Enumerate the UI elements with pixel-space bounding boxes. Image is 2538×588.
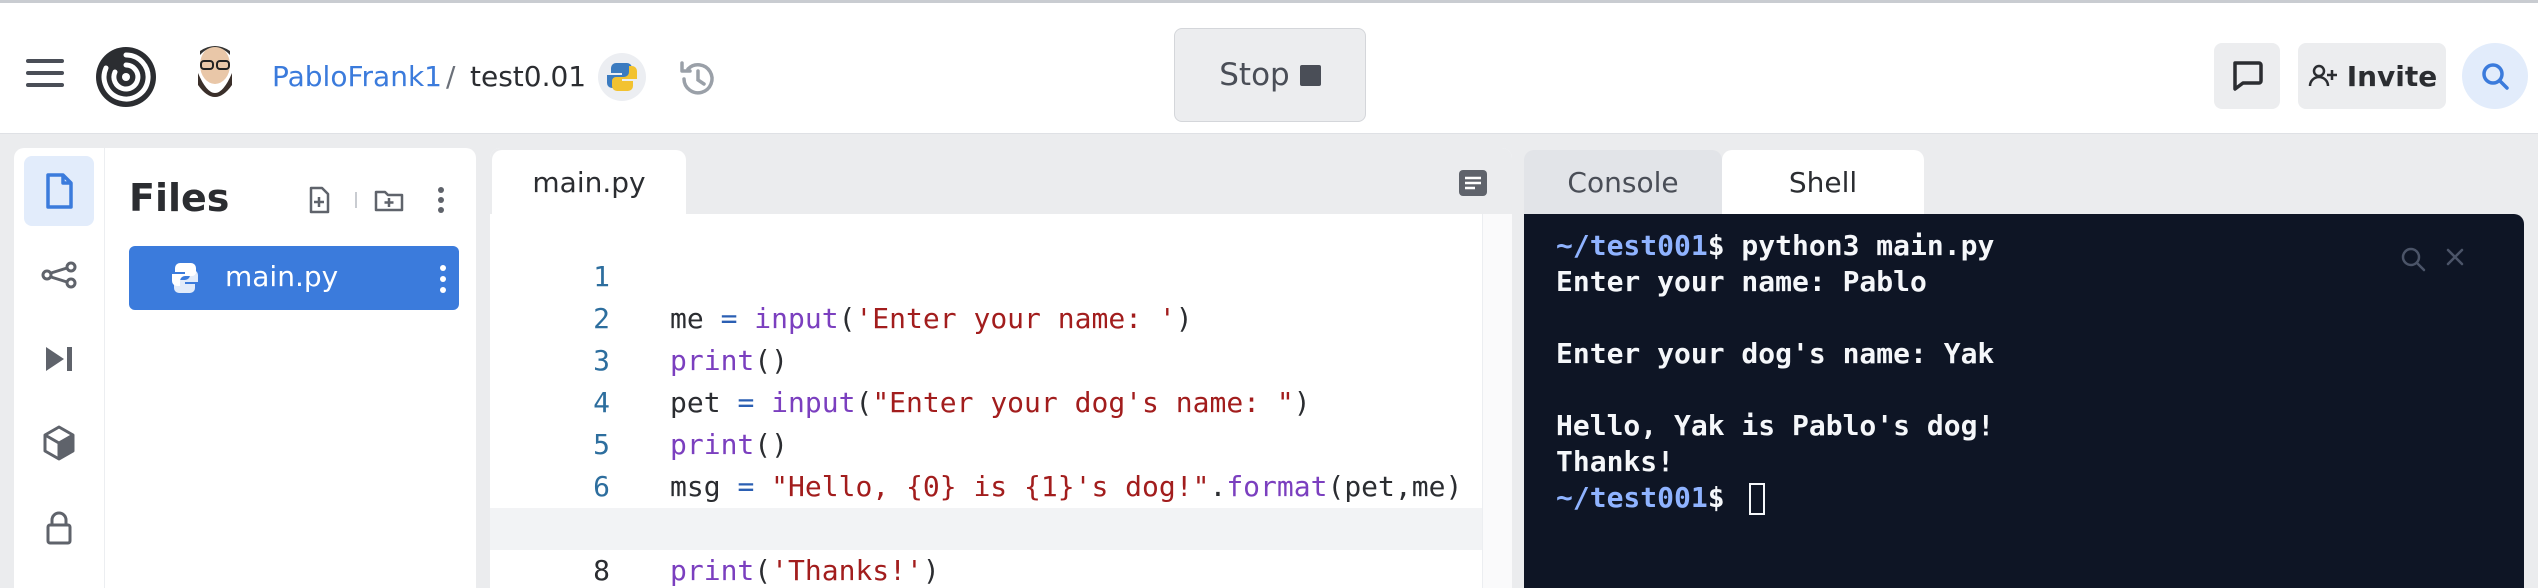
python-icon[interactable] xyxy=(598,53,646,101)
terminal-text: $ python3 main.py xyxy=(1707,229,1995,262)
add-user-icon xyxy=(2308,64,2337,87)
tool-rail xyxy=(14,148,104,588)
replit-logo-icon[interactable] xyxy=(94,45,158,109)
search-icon[interactable] xyxy=(2400,246,2426,272)
editor-tab-bar: main.py xyxy=(490,148,1512,214)
terminal-tab-bar: Console Shell xyxy=(1524,148,2524,214)
files-more-button[interactable] xyxy=(423,182,459,218)
close-icon[interactable] xyxy=(2444,246,2466,268)
code-line: 3 pet = input("Enter your dog's name: ") xyxy=(490,298,1482,419)
new-folder-button[interactable] xyxy=(371,182,407,218)
rail-git[interactable] xyxy=(24,240,94,310)
breadcrumb-user[interactable]: PabloFrank1 xyxy=(272,59,442,95)
breadcrumb-repl-name[interactable]: test0.01 xyxy=(470,59,586,95)
search-button[interactable] xyxy=(2462,43,2528,109)
stop-button[interactable]: Stop xyxy=(1174,28,1366,122)
editor-tab-main-py[interactable]: main.py xyxy=(492,150,686,214)
editor-menu-icon[interactable] xyxy=(1456,166,1490,200)
rail-files[interactable] xyxy=(24,156,94,226)
chat-icon xyxy=(2233,61,2263,91)
code-editor: main.py 1 me = input('Enter your name: '… xyxy=(490,148,1512,588)
more-icon xyxy=(438,187,444,213)
terminal-line: Thanks! xyxy=(1556,445,1675,478)
rail-packages[interactable] xyxy=(24,408,94,478)
file-more-icon[interactable] xyxy=(439,264,447,294)
replit-workspace: PabloFrank1 / test0.01 Stop Invite Files… xyxy=(0,0,2538,588)
code-area[interactable]: 1 me = input('Enter your name: ') 2 prin… xyxy=(490,214,1512,588)
terminal-panel: Console Shell ~/test001$ python3 main.py… xyxy=(1524,148,2524,588)
rail-run-debug[interactable] xyxy=(24,324,94,394)
code-line: 4 print() xyxy=(490,340,1482,461)
prompt-path: ~/test001 xyxy=(1556,481,1708,514)
run-debug-icon xyxy=(46,347,72,371)
history-icon[interactable] xyxy=(676,57,720,101)
file-icon xyxy=(46,173,73,209)
python-icon xyxy=(172,263,198,293)
code-line: 1 me = input('Enter your name: ') xyxy=(490,214,1482,335)
terminal-line: Enter your dog's name: Yak xyxy=(1556,337,1995,370)
terminal-line: ~/test001$ xyxy=(1556,480,1766,516)
code-line: 2 print() xyxy=(490,256,1482,377)
file-name: main.py xyxy=(225,260,339,293)
invite-button[interactable]: Invite xyxy=(2298,43,2446,109)
terminal-cursor xyxy=(1749,483,1766,515)
files-panel: Files main.py xyxy=(104,148,476,588)
editor-scrollbar[interactable] xyxy=(1482,214,1512,588)
lock-icon xyxy=(46,511,72,545)
terminal-line: Enter your name: Pablo xyxy=(1556,265,1927,298)
git-icon xyxy=(41,261,77,289)
avatar[interactable] xyxy=(190,41,240,111)
terminal-line: Hello, Yak is Pablo's dog! xyxy=(1556,409,1995,442)
code-line: 5 msg = "Hello, {0} is {1}'s dog!".forma… xyxy=(490,382,1482,503)
rail-secrets[interactable] xyxy=(24,492,94,562)
stop-icon xyxy=(1299,64,1321,86)
new-folder-icon xyxy=(374,190,404,212)
top-bar: PabloFrank1 / test0.01 Stop Invite xyxy=(0,0,2538,134)
search-icon xyxy=(2482,63,2509,90)
divider xyxy=(355,192,357,208)
stop-button-label: Stop xyxy=(1219,57,1290,93)
prompt-path: ~/test001 xyxy=(1556,229,1708,262)
new-file-icon xyxy=(309,186,330,214)
code-text: print('Thanks!') xyxy=(670,554,940,587)
line-number: 8 xyxy=(593,554,610,587)
breadcrumb-separator: / xyxy=(446,60,456,93)
package-icon xyxy=(43,425,75,461)
code-line: 6 print(msg) xyxy=(490,424,1482,545)
code-line: 7 print('Thanks!') xyxy=(490,466,1482,587)
tab-shell[interactable]: Shell xyxy=(1722,150,1924,214)
terminal-line: ~/test001$ python3 main.py xyxy=(1556,228,1994,264)
tab-console[interactable]: Console xyxy=(1524,150,1722,214)
files-title: Files xyxy=(129,176,230,220)
invite-label: Invite xyxy=(2346,59,2438,93)
new-file-button[interactable] xyxy=(301,182,337,218)
file-item-main-py[interactable]: main.py xyxy=(129,246,459,310)
code-line-active: 8 xyxy=(490,508,1482,587)
terminal-text: $ xyxy=(1707,481,1742,514)
shell-output[interactable]: ~/test001$ python3 main.py Enter your na… xyxy=(1524,214,2524,588)
menu-icon[interactable] xyxy=(26,59,64,87)
chat-button[interactable] xyxy=(2214,43,2280,109)
